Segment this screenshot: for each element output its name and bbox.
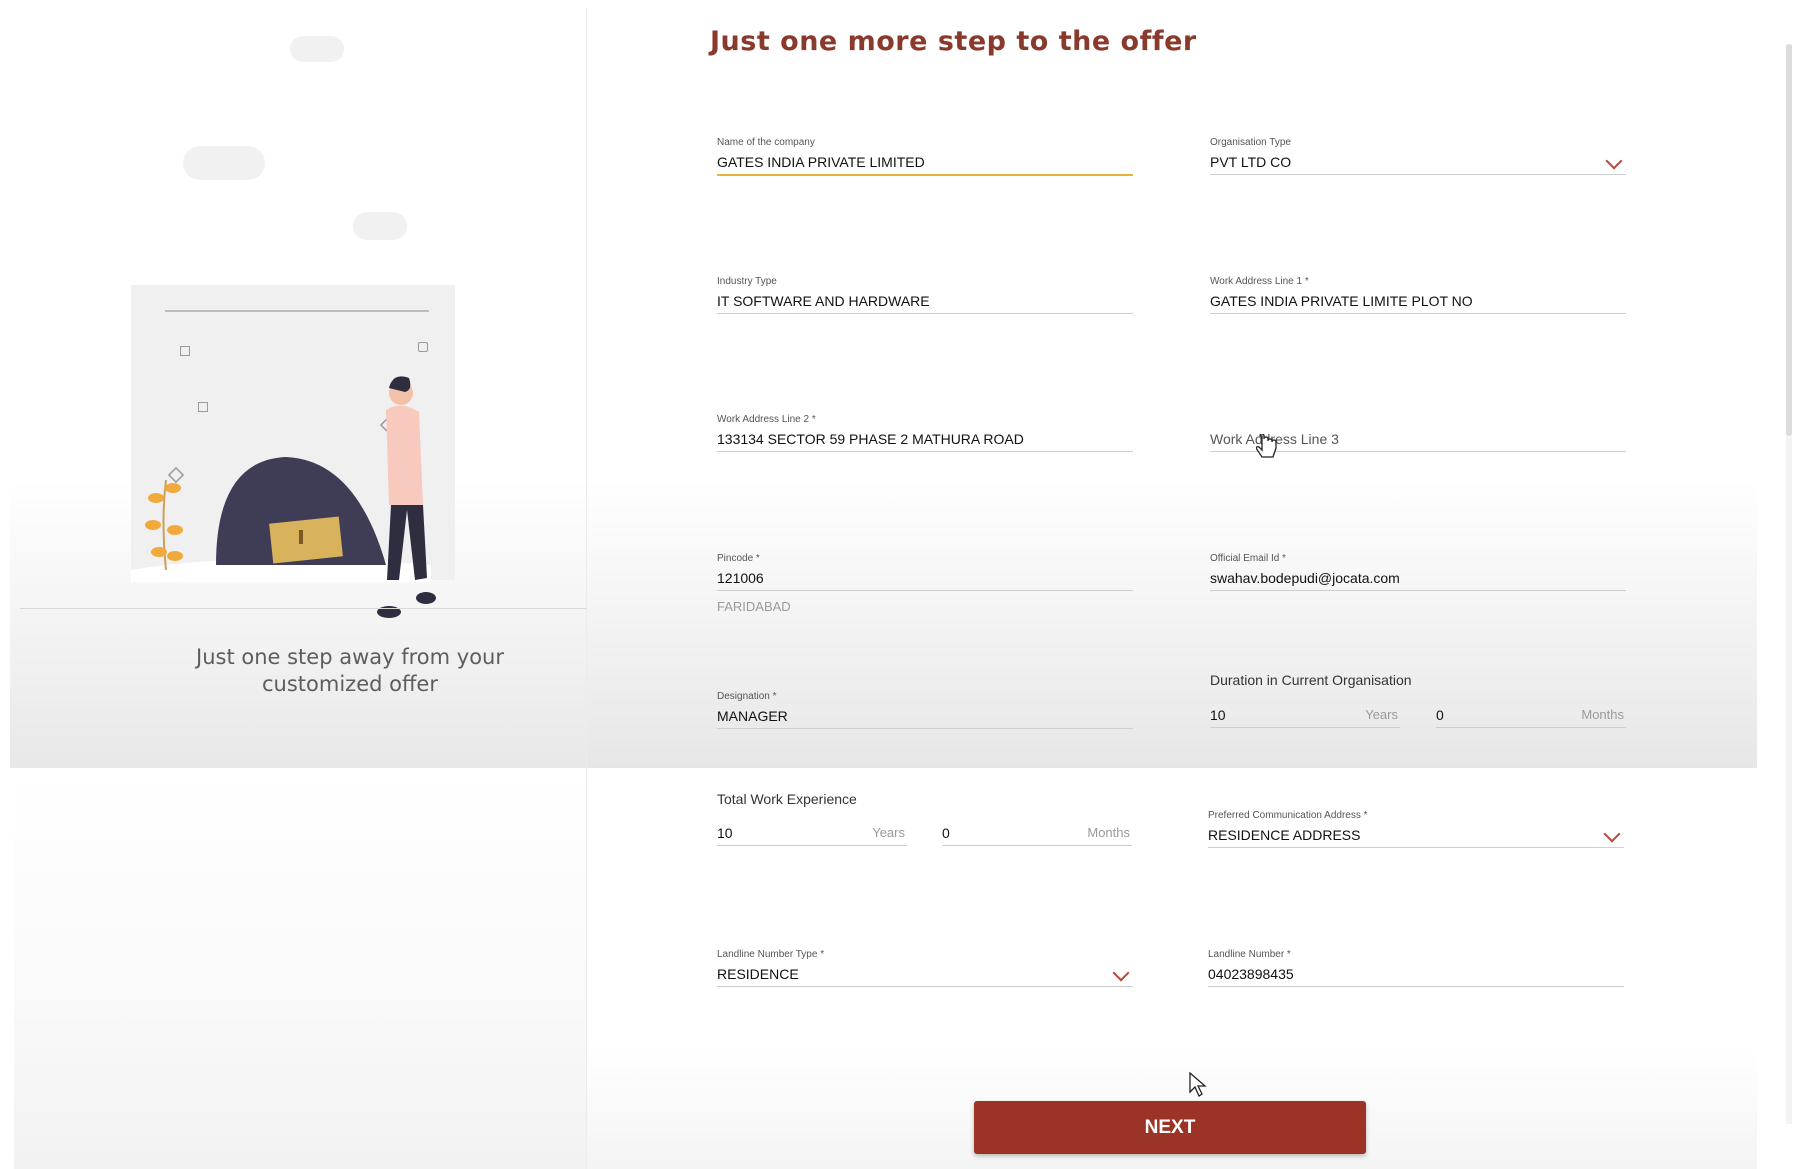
designation-input[interactable]: MANAGER: [717, 704, 1133, 729]
field-label: Work Address Line 2 *: [717, 414, 816, 425]
organisation-type-select[interactable]: Organisation Type PVT LTD CO: [1210, 136, 1626, 175]
hand-cursor-icon: [1256, 434, 1277, 458]
cloud-decoration: [183, 146, 265, 180]
duration-months-value: 0: [1436, 707, 1444, 723]
field-label: Preferred Communication Address *: [1208, 810, 1368, 821]
field-label: Organisation Type: [1210, 137, 1291, 148]
illustration-square: [418, 342, 428, 352]
page-title: Just one more step to the offer: [710, 26, 1197, 57]
tagline-line-1: Just one step away from your: [196, 645, 504, 669]
field-label: Designation *: [717, 691, 777, 702]
scrollbar-thumb[interactable]: [1786, 44, 1792, 436]
experience-months-unit: Months: [1087, 825, 1130, 840]
industry-type-input[interactable]: IT SOFTWARE AND HARDWARE: [717, 289, 1133, 314]
field-label: Official Email Id *: [1210, 553, 1286, 564]
landline-type-select[interactable]: Landline Number Type * RESIDENCE: [717, 948, 1133, 987]
experience-years-value: 10: [717, 825, 733, 841]
field-label: Landline Number *: [1208, 949, 1291, 960]
illustration-line: [165, 310, 429, 312]
organisation-type-value[interactable]: PVT LTD CO: [1210, 150, 1626, 175]
duration-current-title: Duration in Current Organisation: [1210, 672, 1412, 688]
pincode-city: FARIDABAD: [717, 599, 791, 614]
work-address-2-field[interactable]: Work Address Line 2 * 133134 SECTOR 59 P…: [717, 413, 1133, 452]
work-address-1-input[interactable]: GATES INDIA PRIVATE LIMITE PLOT NO: [1210, 289, 1626, 314]
illustration-figure: [131, 376, 436, 618]
field-label: Work Address Line 1 *: [1210, 276, 1309, 287]
industry-type-field[interactable]: Industry Type IT SOFTWARE AND HARDWARE: [717, 275, 1133, 314]
preferred-address-value[interactable]: RESIDENCE ADDRESS: [1208, 823, 1624, 848]
duration-years-value: 10: [1210, 707, 1226, 723]
official-email-field[interactable]: Official Email Id * swahav.bodepudi@joca…: [1210, 552, 1626, 591]
field-label: Industry Type: [717, 276, 777, 287]
experience-years-unit: Years: [872, 825, 905, 840]
experience-years-input[interactable]: 10 Years: [717, 821, 907, 846]
official-email-input[interactable]: swahav.bodepudi@jocata.com: [1210, 566, 1626, 591]
pincode-field[interactable]: Pincode * 121006 FARIDABAD: [717, 552, 1133, 614]
cloud-decoration: [290, 36, 344, 62]
field-label: Name of the company: [717, 137, 815, 148]
work-address-2-input[interactable]: 133134 SECTOR 59 PHASE 2 MATHURA ROAD: [717, 427, 1133, 452]
duration-years-input[interactable]: 10 Years: [1210, 703, 1400, 728]
sidebar-tagline: Just one step away from your customized …: [190, 644, 510, 698]
illustration-square: [180, 346, 190, 356]
duration-years-unit: Years: [1365, 707, 1398, 722]
pincode-input[interactable]: 121006: [717, 566, 1133, 591]
field-label: Pincode *: [717, 553, 760, 564]
divider: [20, 608, 586, 609]
experience-months-input[interactable]: 0 Months: [942, 821, 1132, 846]
company-name-input[interactable]: GATES INDIA PRIVATE LIMITED: [717, 150, 1133, 176]
duration-months-input[interactable]: 0 Months: [1436, 703, 1626, 728]
landline-number-field[interactable]: Landline Number * 04023898435: [1208, 948, 1624, 987]
field-label: Landline Number Type *: [717, 949, 825, 960]
cloud-decoration: [353, 212, 407, 240]
experience-months-value: 0: [942, 825, 950, 841]
duration-months-unit: Months: [1581, 707, 1624, 722]
designation-field[interactable]: Designation * MANAGER: [717, 690, 1133, 729]
arrow-cursor-icon: [1189, 1072, 1207, 1097]
landline-number-input[interactable]: 04023898435: [1208, 962, 1624, 987]
preferred-address-select[interactable]: Preferred Communication Address * RESIDE…: [1208, 809, 1624, 848]
left-panel-lower: [14, 768, 586, 1169]
total-experience-title: Total Work Experience: [717, 791, 857, 807]
company-name-field[interactable]: Name of the company GATES INDIA PRIVATE …: [717, 136, 1133, 176]
landline-type-value[interactable]: RESIDENCE: [717, 962, 1133, 987]
field-label: [1210, 413, 1626, 427]
tagline-line-2: customized offer: [262, 672, 438, 696]
work-address-1-field[interactable]: Work Address Line 1 * GATES INDIA PRIVAT…: [1210, 275, 1626, 314]
next-button[interactable]: NEXT: [974, 1101, 1366, 1154]
form-panel: [586, 8, 1757, 768]
